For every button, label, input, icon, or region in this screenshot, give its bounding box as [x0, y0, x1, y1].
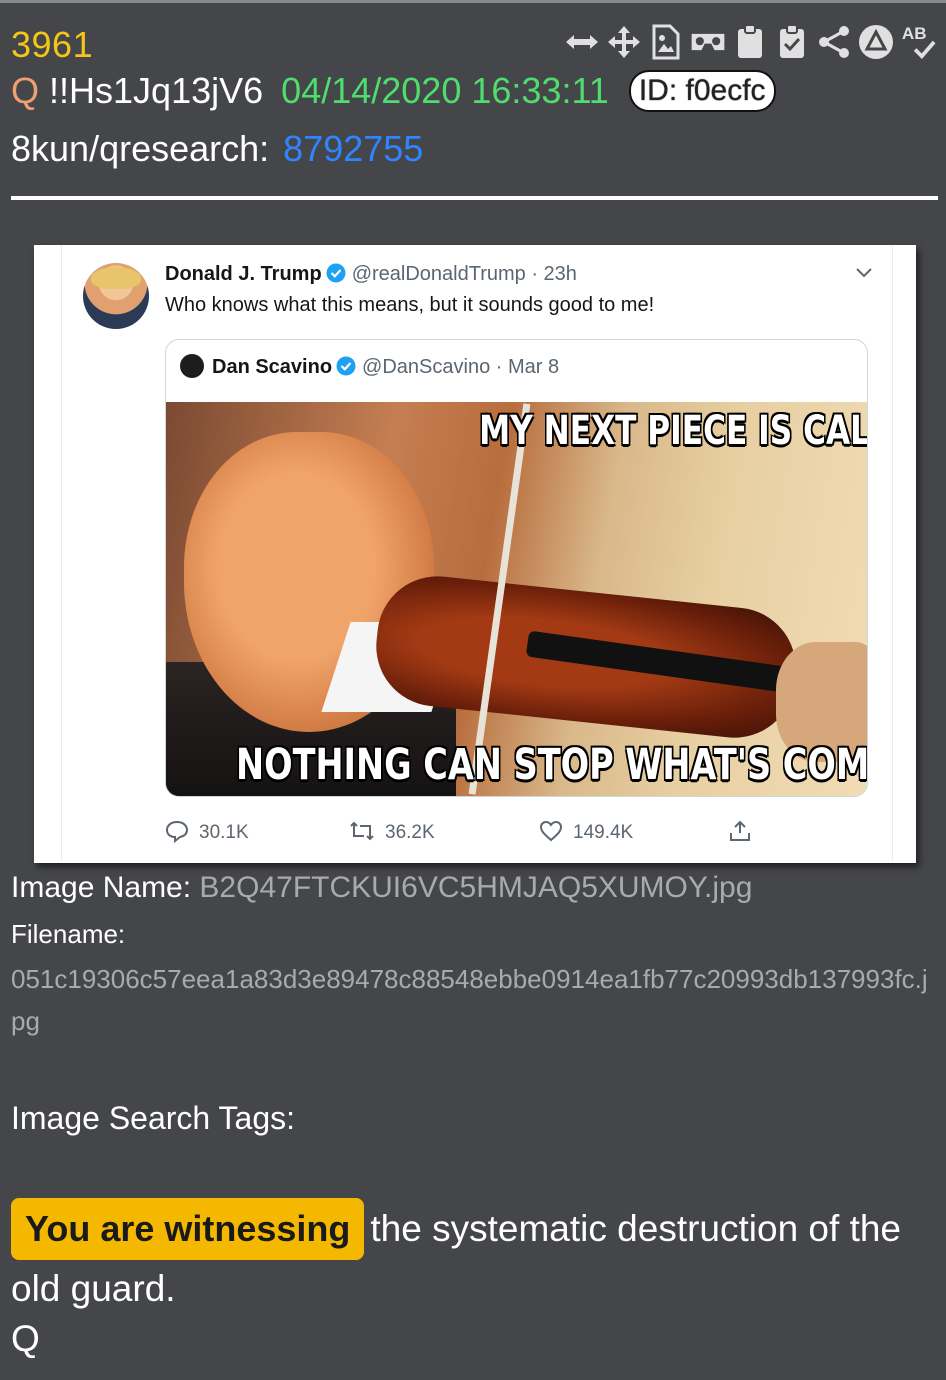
quoted-tweet: Dan Scavino @DanScavino · Mar 8 MY NEXT P…	[165, 339, 868, 797]
image-name-link[interactable]: B2Q47FTCKUI6VC5HMJAQ5XUMOY.jpg	[199, 871, 752, 904]
top-border	[0, 0, 946, 3]
header-divider	[11, 196, 938, 200]
image-file-icon[interactable]	[648, 22, 684, 62]
verified-badge-icon	[336, 356, 356, 382]
poster-id-badge[interactable]: ID: f0ecfc	[628, 70, 776, 113]
poster-name: Q	[11, 70, 40, 112]
quoted-author-name: Dan Scavino	[212, 356, 333, 378]
post-header: 3961 AB Q !!Hs1Jq13jV6 04/14/2020 16:33:…	[11, 20, 936, 178]
quoted-tweet-header: Dan Scavino @DanScavino · Mar 8	[180, 354, 559, 382]
clipboard-icon[interactable]	[732, 22, 768, 62]
reply-action: 30.1K	[165, 819, 249, 844]
verified-badge-icon	[326, 263, 346, 289]
post-datetime: 04/14/2020 16:33:11	[281, 70, 609, 112]
heart-icon	[539, 820, 563, 842]
retweet-action: 36.2K	[349, 819, 435, 844]
post-signature: Q	[11, 1318, 40, 1359]
meme-image: MY NEXT PIECE IS CALLED NOTHING CAN STOP…	[166, 402, 867, 796]
tweet-author: Donald J. Trump @realDonaldTrump · 23h	[165, 263, 577, 289]
meme-bottom-text: NOTHING CAN STOP WHAT'S COMING	[236, 740, 868, 790]
post-toolbar: AB	[564, 22, 936, 62]
image-name-label: Image Name:	[11, 871, 192, 904]
reply-icon	[165, 820, 189, 844]
retweet-icon	[350, 821, 374, 841]
clipboard-check-icon[interactable]	[774, 22, 810, 62]
post-header-row: 3961 AB	[11, 20, 936, 68]
spellcheck-icon[interactable]: AB	[900, 22, 936, 62]
meme-top-text: MY NEXT PIECE IS CALLED	[479, 408, 868, 454]
tweet-author-name: Donald J. Trump	[165, 263, 322, 285]
share-icon[interactable]	[816, 22, 852, 62]
quoted-author-avatar	[180, 354, 204, 378]
board-name: 8kun/qresearch:	[11, 128, 270, 169]
chevron-down-icon	[856, 265, 872, 283]
tripcode: !!Hs1Jq13jV6	[49, 70, 264, 112]
like-action: 149.4K	[539, 819, 633, 844]
post-link[interactable]: 8792755	[283, 128, 423, 169]
board-row: 8kun/qresearch: 8792755	[11, 128, 936, 178]
vr-goggles-icon[interactable]	[690, 22, 726, 62]
image-search-tags-label: Image Search Tags:	[11, 1100, 296, 1136]
triangle-circle-icon[interactable]	[858, 22, 894, 62]
tweet-screenshot[interactable]: Donald J. Trump @realDonaldTrump · 23h Wh…	[34, 245, 916, 863]
highlighted-text: You are witnessing	[11, 1198, 365, 1260]
reply-count: 30.1K	[199, 822, 249, 843]
retweet-count: 36.2K	[385, 822, 435, 843]
expand-horizontal-icon[interactable]	[564, 22, 600, 62]
svg-text:AB: AB	[902, 24, 927, 43]
image-name-line: Image Name: B2Q47FTCKUI6VC5HMJAQ5XUMOY.j…	[11, 871, 752, 905]
post-number[interactable]: 3961	[11, 24, 93, 66]
tweet-author-handle: @realDonaldTrump · 23h	[351, 263, 577, 285]
tweet-text: Who knows what this means, but it sounds…	[165, 294, 655, 316]
filename-label: Filename:	[11, 919, 126, 949]
filename-value[interactable]: 051c19306c57eea1a83d3e89478c88548ebbe091…	[11, 958, 941, 1042]
like-count: 149.4K	[573, 822, 634, 843]
quoted-author-handle: @DanScavino · Mar 8	[362, 356, 560, 378]
author-avatar	[83, 263, 149, 329]
post-message: You are witnessing the systematic destruc…	[11, 1198, 936, 1318]
move-icon[interactable]	[606, 22, 642, 62]
share-tweet-icon	[728, 819, 762, 844]
post-info-row: Q !!Hs1Jq13jV6 04/14/2020 16:33:11 ID: f…	[11, 68, 936, 126]
